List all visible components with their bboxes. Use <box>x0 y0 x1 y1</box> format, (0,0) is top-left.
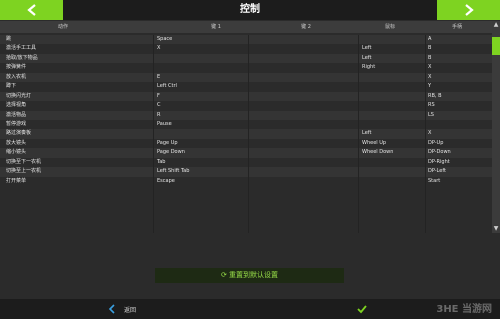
table-cell: LS <box>428 111 434 118</box>
confirm-button[interactable] <box>357 299 367 319</box>
table-cell: Space <box>157 36 173 42</box>
table-cell: RS <box>428 102 435 109</box>
chevron-right-icon <box>464 4 474 16</box>
table-cell: 跳 <box>6 36 12 42</box>
table-cell: A <box>428 36 432 42</box>
next-page-button[interactable] <box>437 0 500 20</box>
table-cell: 暂停游戏 <box>6 120 27 127</box>
chevron-left-icon <box>26 4 36 16</box>
checkmark-icon <box>357 305 367 314</box>
table-row[interactable]: 切换至上一农机 Left Shift Tab DP-Left <box>0 167 492 177</box>
table-cell: Start <box>428 177 441 184</box>
table-cell: Right <box>362 64 376 71</box>
table-cell: Left Ctrl <box>157 83 177 90</box>
table-row[interactable]: 拾取/放下物品 Left B <box>0 53 492 64</box>
table-cell: 打开菜单 <box>6 177 27 184</box>
table-header: 动作 键 1 键 2 鼠标 手柄 <box>0 21 492 33</box>
table-cell: 选择视角 <box>6 102 27 109</box>
page-indicator <box>0 288 500 303</box>
scroll-thumb[interactable] <box>492 37 500 55</box>
table-row[interactable]: 蹲下 Left Ctrl Y <box>0 82 492 91</box>
table-cell: Page Down <box>157 149 185 156</box>
table-cell: 按弹簧件 <box>6 64 27 71</box>
column-header-key1: 键 1 <box>211 24 221 30</box>
top-bar: 控制 <box>0 0 500 20</box>
table-cell: X <box>157 45 161 52</box>
table-cell: DP-Up <box>428 139 444 146</box>
column-divider <box>248 35 249 233</box>
table-cell: E <box>157 73 161 80</box>
table-cell: X <box>428 64 432 71</box>
table-row[interactable]: 激活手工工具 X Left B <box>0 44 492 53</box>
bottom-bar: 返回 <box>0 299 500 319</box>
table-cell: Wheel Up <box>362 139 387 146</box>
table-cell: X <box>428 130 432 137</box>
table-empty-area <box>0 233 500 268</box>
table-cell: Tab <box>157 158 166 165</box>
table-row[interactable]: 跳 Space A <box>0 35 492 45</box>
table-cell: Wheel Down <box>362 149 394 156</box>
column-divider <box>358 35 359 233</box>
table-cell: B <box>428 45 432 52</box>
table-cell: 拾取/放下物品 <box>6 54 38 61</box>
table-cell: Pause <box>157 120 172 127</box>
table-cell: 切换至上一农机 <box>6 168 42 175</box>
table-cell: DP-Right <box>428 158 450 165</box>
column-header-mouse: 鼠标 <box>384 24 396 30</box>
table-cell: Left Shift Tab <box>157 168 190 175</box>
table-cell: 蹲下 <box>6 83 17 90</box>
table-cell: Escape <box>157 177 175 184</box>
table-cell: 缩小镜头 <box>6 149 27 156</box>
column-divider <box>425 35 426 233</box>
reset-defaults-button[interactable]: ⟳ 重置到默认设置 <box>155 268 344 283</box>
table-cell: 放入农机 <box>6 73 27 80</box>
table-cell: X <box>428 73 432 80</box>
column-divider <box>153 35 154 233</box>
refresh-icon: ⟳ <box>220 271 227 279</box>
back-button[interactable]: 返回 <box>108 299 136 319</box>
table-row[interactable]: 选择视角 C RS <box>0 101 492 110</box>
table-cell: Left <box>362 54 372 61</box>
reset-defaults-label: 重置到默认设置 <box>229 271 279 279</box>
table-cell: DP-Down <box>428 149 451 156</box>
column-header-action: 动作 <box>57 24 69 30</box>
table-cell: B <box>428 54 432 61</box>
table-cell: R <box>157 111 161 118</box>
table-row[interactable]: 切换闪光灯 F RB, B <box>0 91 492 102</box>
scroll-down-icon[interactable]: ▼ <box>492 225 500 233</box>
table-cell: 路过演奏板 <box>6 130 32 137</box>
table-row[interactable]: 切换至下一农机 Tab DP-Right <box>0 158 492 167</box>
page-title: 控制 <box>240 4 260 15</box>
table-row[interactable]: 按弹簧件 Right X <box>0 63 492 72</box>
chevron-left-icon <box>108 304 115 314</box>
previous-page-button[interactable] <box>0 0 63 20</box>
table-cell: Y <box>428 83 432 90</box>
table-row[interactable]: 激活物品 R LS <box>0 110 492 120</box>
table-cell: 切换至下一农机 <box>6 158 42 165</box>
back-label: 返回 <box>124 306 137 314</box>
table-cell: 切换闪光灯 <box>6 92 32 99</box>
table-cell: Left <box>362 130 372 137</box>
table-row[interactable]: 放入农机 E X <box>0 72 492 83</box>
watermark: 3HE 当游网 <box>436 304 492 315</box>
column-header-key2: 键 2 <box>301 24 311 30</box>
table-row[interactable]: 打开菜单 Escape Start <box>0 177 492 186</box>
table-row[interactable]: 放大镜头 Page Up Wheel Up DP-Up <box>0 139 492 148</box>
table-cell: 放大镜头 <box>6 139 27 146</box>
table-cell: F <box>157 92 160 99</box>
table-cell: DP-Left <box>428 168 446 175</box>
column-header-gamepad: 手柄 <box>451 24 463 30</box>
controls-table: 跳 Space A 激活手工工具 X Left B 拾取/放下物品 Left B 按弹簧件 Right… <box>0 35 492 186</box>
table-cell: C <box>157 102 161 109</box>
table-cell: RB, B <box>428 92 442 99</box>
table-cell: 激活物品 <box>6 111 27 118</box>
table-cell: Left <box>362 45 372 52</box>
table-row[interactable]: 暂停游戏 Pause <box>0 120 492 129</box>
table-scrollbar[interactable]: ▲ ▼ <box>492 21 500 233</box>
table-cell: Page Up <box>157 139 178 146</box>
table-row[interactable]: 路过演奏板 Left X <box>0 129 492 139</box>
table-cell: 激活手工工具 <box>6 45 37 52</box>
table-row[interactable]: 缩小镜头 Page Down Wheel Down DP-Down <box>0 148 492 158</box>
scroll-up-icon[interactable]: ▲ <box>492 21 500 29</box>
